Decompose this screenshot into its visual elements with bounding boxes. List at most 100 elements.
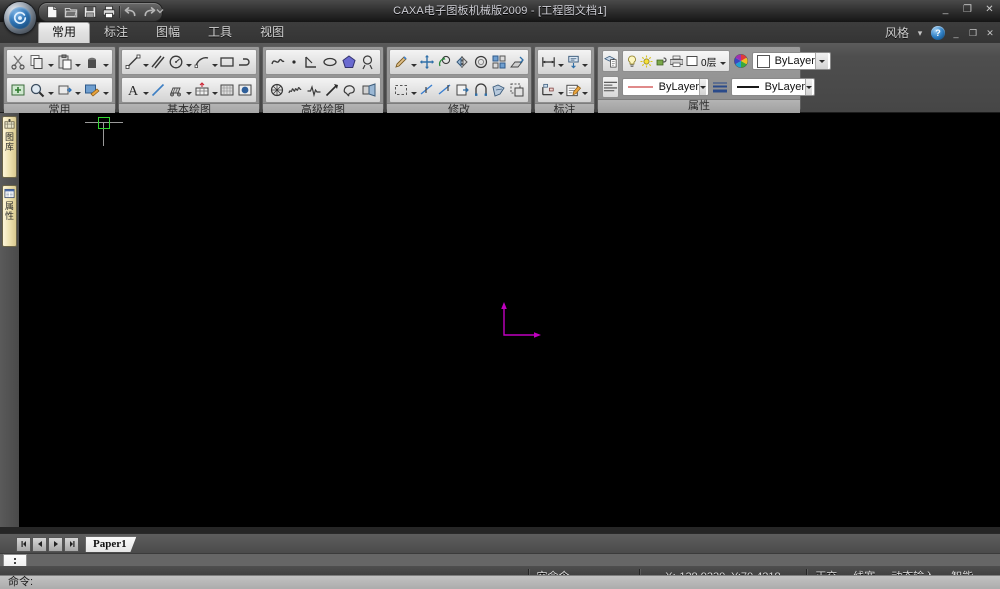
erase-icon[interactable] [392,52,410,72]
rotate-icon[interactable] [436,52,454,72]
printer-icon[interactable] [669,51,684,71]
layer-color-swatch-icon[interactable] [684,51,699,71]
mirror-icon[interactable] [454,52,472,72]
lineweight-combo[interactable]: ByLayer [731,78,815,96]
insert-block-icon[interactable] [55,80,74,100]
tab-tufu[interactable]: 图幅 [142,22,194,43]
wave-line-icon[interactable] [268,52,287,72]
document-minimize-button[interactable]: _ [950,27,962,39]
command-input-strip[interactable]: 命令: [0,575,1000,589]
copy-icon[interactable] [28,52,47,72]
paste-icon[interactable] [55,52,74,72]
rectangle-icon[interactable] [219,52,237,72]
tolerance-icon[interactable] [540,80,557,100]
document-close-button[interactable]: ✕ [984,27,996,39]
property-match-icon[interactable] [9,80,28,100]
linetype-manager-icon[interactable] [602,76,619,98]
zoom-caret-icon[interactable] [47,80,56,100]
select-caret-icon[interactable] [410,80,418,100]
polygon-icon[interactable] [340,52,359,72]
text-caret-icon[interactable] [142,80,150,100]
tolerance-caret-icon[interactable] [557,80,565,100]
circle-caret-icon[interactable] [185,52,193,72]
table-icon[interactable] [193,80,211,100]
nav-first-sheet-button[interactable] [16,537,31,552]
edit-dim-caret-icon[interactable] [582,80,590,100]
extend-icon[interactable] [436,80,454,100]
close-button[interactable]: ✕ [983,3,996,16]
scale-icon[interactable] [508,52,526,72]
paste-format-caret-icon[interactable] [102,52,111,72]
nav-next-sheet-button[interactable] [48,537,63,552]
solid-fill-icon[interactable] [236,80,254,100]
cam-icon[interactable] [341,80,359,100]
array-icon[interactable] [490,52,508,72]
open-file-icon[interactable] [61,4,80,20]
style-caret-icon[interactable]: ▾ [914,27,926,39]
arc-caret-icon[interactable] [211,52,219,72]
dimension-caret-icon[interactable] [557,52,565,72]
linetype-combo[interactable]: ByLayer [622,78,709,96]
paste-caret-icon[interactable] [74,52,83,72]
erase-caret-icon[interactable] [410,52,418,72]
tab-gongju[interactable]: 工具 [194,22,246,43]
tab-shitu[interactable]: 视图 [246,22,298,43]
offset-icon[interactable] [472,52,490,72]
arc-icon[interactable] [193,52,211,72]
parallel-line-icon[interactable] [150,52,168,72]
spline-icon[interactable] [150,80,168,100]
drawing-canvas[interactable] [19,113,1000,527]
hatch-caret-icon[interactable] [185,80,193,100]
qat-overflow-button[interactable] [155,6,165,16]
datum-dim-icon[interactable] [565,52,582,72]
dimension-icon[interactable] [540,52,557,72]
new-file-icon[interactable] [42,4,61,20]
break-icon[interactable] [454,80,472,100]
line-caret-icon[interactable] [142,52,150,72]
application-menu-button[interactable] [4,2,36,34]
help-icon[interactable]: ? [931,26,945,40]
table-caret-icon[interactable] [211,80,219,100]
datum-dim-caret-icon[interactable] [582,52,590,72]
grid-icon[interactable] [219,80,237,100]
layer-manager-icon[interactable] [602,50,619,72]
minimize-button[interactable]: _ [939,3,952,16]
lightbulb-icon[interactable] [624,51,639,71]
save-file-icon[interactable] [80,4,99,20]
object-color-dropdown-button[interactable] [815,53,828,69]
paste-format-icon[interactable] [83,52,102,72]
nav-last-sheet-button[interactable] [64,537,79,552]
point-icon[interactable] [287,52,301,72]
insert-block-caret-icon[interactable] [74,80,83,100]
block-edit-caret-icon[interactable] [102,80,111,100]
style-menu-label[interactable]: 风格 [885,24,909,41]
arrow-icon[interactable] [323,80,341,100]
explode-icon[interactable] [508,80,526,100]
layer-state-combo[interactable]: 0层 [622,50,730,72]
print-icon[interactable] [99,4,118,20]
circle-icon[interactable] [167,52,185,72]
fillet-icon[interactable] [490,80,508,100]
polyline-angle-icon[interactable] [301,52,320,72]
object-color-combo[interactable]: ByLayer [752,52,831,70]
block-edit-icon[interactable] [83,80,102,100]
document-restore-button[interactable]: ❐ [967,27,979,39]
cut-icon[interactable] [9,52,28,72]
sheet-tab-paper1[interactable]: Paper1 [85,536,137,552]
polyline-icon[interactable] [236,52,254,72]
gear-icon[interactable] [268,80,286,100]
text-icon[interactable]: A [124,80,142,100]
layer-dropdown-caret-icon[interactable] [719,53,728,69]
trim-icon[interactable] [418,80,436,100]
sidebar-item-properties[interactable]: 属性 [2,185,17,247]
color-wheel-icon[interactable] [733,51,749,71]
stretch-icon[interactable] [472,80,490,100]
sun-icon[interactable] [639,51,654,71]
undo-icon[interactable] [121,4,140,20]
lineweight-dropdown-button[interactable] [805,79,812,95]
tab-changyong[interactable]: 常用 [38,22,90,43]
tab-biaozhu[interactable]: 标注 [90,22,142,43]
edit-dim-icon[interactable] [565,80,582,100]
copy-caret-icon[interactable] [47,52,56,72]
hatch-icon[interactable] [167,80,185,100]
